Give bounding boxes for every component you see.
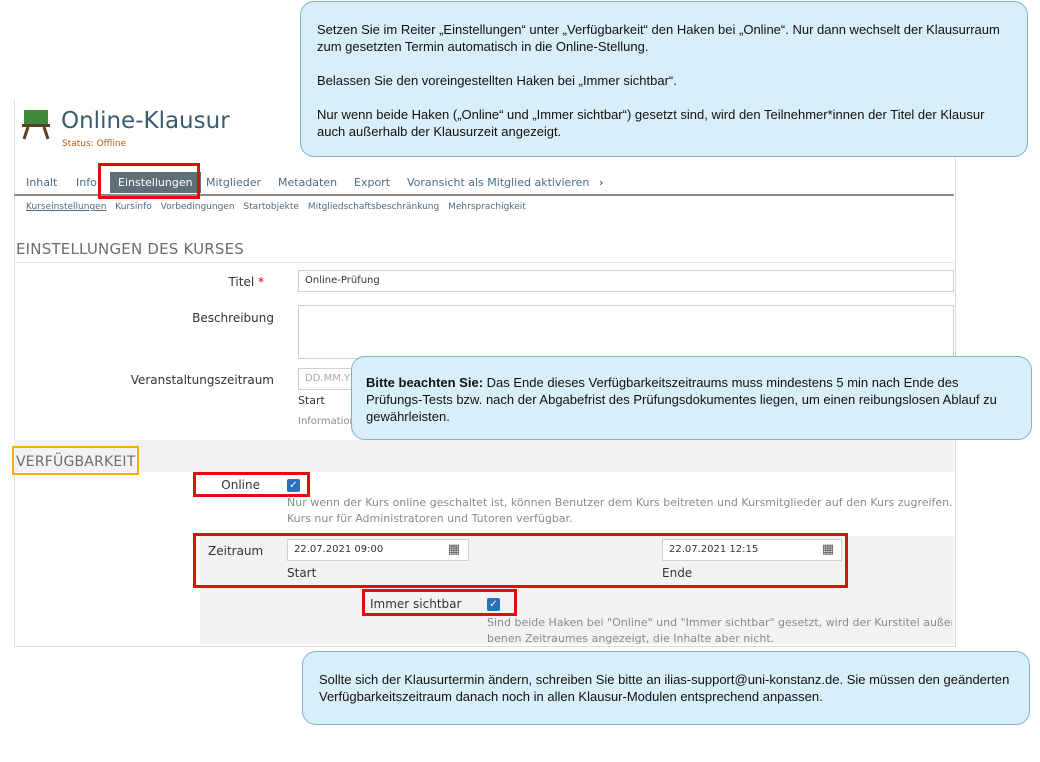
course-icon [22, 110, 50, 140]
visible-help-line2: benen Zeitraumes angezeigt, die Inhalte … [487, 632, 775, 645]
title-label: Titel * [228, 275, 264, 289]
course-settings-heading: EINSTELLUNGEN DES KURSES [16, 240, 245, 258]
callout-online-instructions: Setzen Sie im Reiter „Einstellungen“ unt… [300, 1, 1028, 157]
callout-top-paragraph-2: Belassen Sie den voreingestellten Haken … [317, 73, 677, 88]
subtab-bar: Kurseinstellungen Kursinfo Vorbedingunge… [26, 202, 532, 212]
subtab-mehrsprachigkeit[interactable]: Mehrsprachigkeit [448, 202, 526, 212]
status-text: Status: Offline [62, 139, 127, 149]
callout-top-paragraph-1: Setzen Sie im Reiter „Einstellungen“ unt… [317, 22, 1000, 54]
description-label: Beschreibung [192, 311, 274, 325]
tab-mitglieder[interactable]: Mitglieder [206, 176, 261, 189]
callout-date-change-note: Sollte sich der Klausurtermin ändern, sc… [302, 651, 1030, 725]
online-highlight-box [193, 472, 310, 497]
page-title: Online-Klausur [61, 108, 230, 134]
period-start-label: Start [298, 394, 325, 407]
title-input[interactable]: Online-Prüfung [298, 270, 954, 292]
tab-highlight-box [98, 163, 200, 199]
visible-help-line1: Sind beide Haken bei "Online" und "Immer… [487, 616, 952, 629]
description-textarea[interactable] [298, 305, 954, 359]
period-info-text: Information [298, 416, 356, 427]
chevron-right-icon[interactable]: › [599, 176, 604, 189]
tab-inhalt[interactable]: Inhalt [26, 176, 57, 189]
callout-end-time-note: Bitte beachten Sie: Das Ende dieses Verf… [351, 356, 1032, 440]
tab-preview-as-member[interactable]: Voransicht als Mitglied aktivieren [407, 176, 589, 189]
subtab-kurseinstellungen[interactable]: Kurseinstellungen [26, 202, 106, 212]
subtab-kursinfo[interactable]: Kursinfo [115, 202, 151, 212]
online-help-line1: Nur wenn der Kurs online geschaltet ist,… [287, 496, 955, 509]
subtab-startobjekte[interactable]: Startobjekte [243, 202, 299, 212]
tab-info[interactable]: Info [76, 176, 97, 189]
subtab-vorbedingungen[interactable]: Vorbedingungen [161, 202, 235, 212]
callout-top-paragraph-3: Nur wenn beide Haken („Online“ und „Imme… [317, 107, 985, 139]
divider [14, 262, 954, 263]
period-highlight-box [193, 533, 848, 588]
availability-highlight-box [12, 446, 139, 475]
period-start-input[interactable]: DD.MM.YY [298, 368, 358, 390]
period-label: Veranstaltungszeitraum [130, 373, 274, 387]
tab-metadaten[interactable]: Metadaten [278, 176, 337, 189]
callout-note-bold: Bitte beachten Sie: [366, 375, 484, 390]
tab-export[interactable]: Export [354, 176, 390, 189]
availability-header-bar [14, 440, 954, 472]
subtab-mitgliedschaftsbeschraenkung[interactable]: Mitgliedschaftsbeschränkung [308, 202, 439, 212]
online-help-line2: Kurs nur für Administratoren und Tutoren… [287, 512, 573, 525]
always-visible-highlight-box [362, 589, 517, 616]
